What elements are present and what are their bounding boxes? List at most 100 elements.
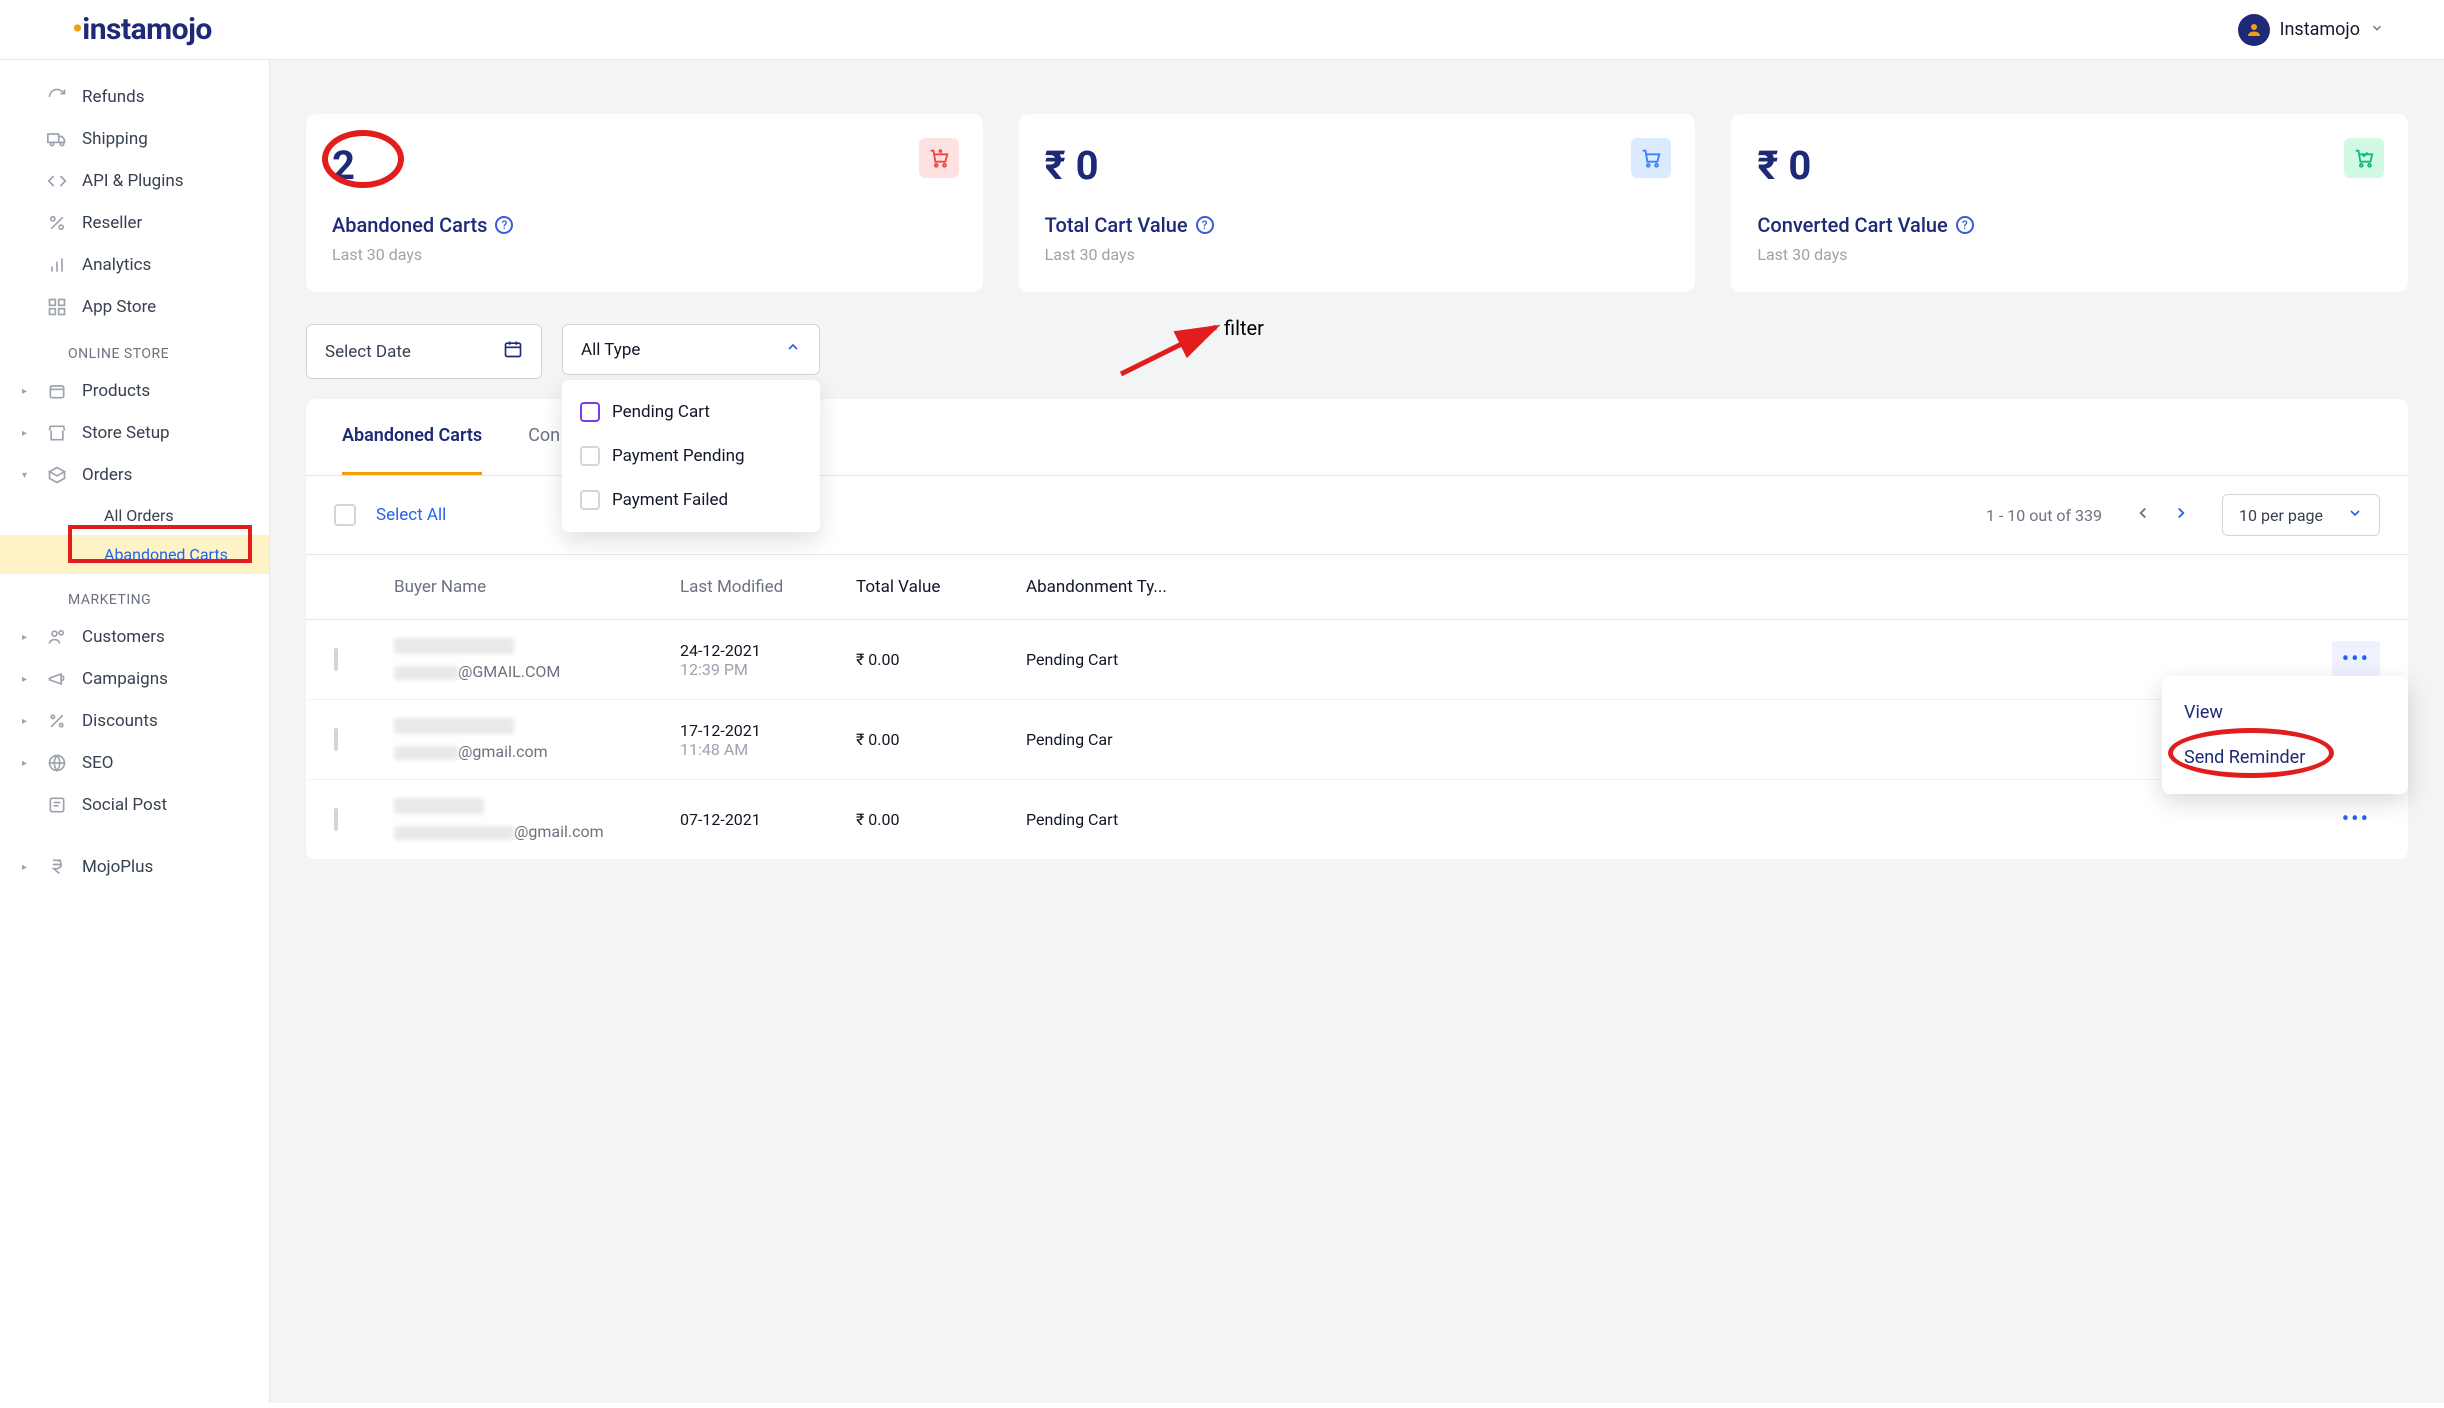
nav-customers[interactable]: ▸ Customers bbox=[0, 616, 269, 658]
row-actions-button[interactable]: ••• bbox=[2332, 641, 2380, 678]
nav-label: Campaigns bbox=[82, 669, 168, 689]
prev-page-button[interactable] bbox=[2130, 500, 2156, 530]
nav-orders[interactable]: ▾ Orders bbox=[0, 454, 269, 496]
user-name: Instamojo bbox=[2280, 19, 2360, 40]
table-row: @gmail.com 07-12-2021 ₹ 0.00 Pending Car… bbox=[306, 780, 2408, 860]
row-value: ₹ 0.00 bbox=[856, 650, 1026, 669]
nav-analytics[interactable]: Analytics bbox=[0, 244, 269, 286]
stat-label: Total Cart Value ? bbox=[1045, 213, 1670, 237]
tab-abandoned[interactable]: Abandoned Carts bbox=[342, 399, 482, 475]
truck-icon bbox=[46, 128, 68, 150]
annotation-filter-text: filter bbox=[1224, 316, 1264, 340]
nav-api[interactable]: API & Plugins bbox=[0, 160, 269, 202]
caret-right-icon: ▸ bbox=[22, 428, 32, 439]
nav-refunds[interactable]: Refunds bbox=[0, 76, 269, 118]
row-type: Pending Cart bbox=[1026, 650, 1226, 669]
action-view[interactable]: View bbox=[2162, 690, 2408, 735]
nav-label: App Store bbox=[82, 297, 156, 317]
nav-abandoned-carts[interactable]: Abandoned Carts bbox=[0, 535, 269, 574]
nav-label: Orders bbox=[82, 465, 132, 485]
stat-sub: Last 30 days bbox=[1757, 245, 2382, 264]
nav-mojoplus[interactable]: ▸ MojoPlus bbox=[0, 846, 269, 888]
filters-row: Select Date All Type Pending Cart Paymen… bbox=[306, 324, 2408, 379]
row-checkbox[interactable] bbox=[334, 648, 338, 671]
filter-label: Select Date bbox=[325, 342, 411, 362]
checkbox[interactable] bbox=[580, 490, 600, 510]
sidebar: Refunds Shipping API & Plugins Reseller … bbox=[0, 60, 270, 1403]
nav-label: Store Setup bbox=[82, 423, 170, 443]
type-filter[interactable]: All Type bbox=[562, 324, 820, 375]
buyer-name bbox=[394, 718, 680, 738]
filter-label: All Type bbox=[581, 340, 640, 360]
tab-converted[interactable]: Con bbox=[528, 399, 560, 475]
percent-icon bbox=[46, 710, 68, 732]
grid-icon bbox=[46, 296, 68, 318]
chart-icon bbox=[46, 254, 68, 276]
help-icon[interactable]: ? bbox=[1956, 216, 1974, 234]
nav-reseller[interactable]: Reseller bbox=[0, 202, 269, 244]
per-page-select[interactable]: 10 per page bbox=[2222, 494, 2380, 536]
help-icon[interactable]: ? bbox=[495, 216, 513, 234]
nav-all-orders[interactable]: All Orders bbox=[0, 496, 269, 535]
type-option-payment-failed[interactable]: Payment Failed bbox=[562, 478, 820, 522]
select-all[interactable]: Select All bbox=[334, 504, 446, 526]
row-checkbox[interactable] bbox=[334, 728, 338, 751]
nav-social-post[interactable]: Social Post bbox=[0, 784, 269, 826]
row-date: 07-12-2021 bbox=[680, 810, 856, 829]
row-type: Pending Cart bbox=[1026, 810, 1226, 829]
box-icon bbox=[46, 464, 68, 486]
user-menu[interactable]: Instamojo bbox=[2238, 14, 2384, 46]
row-action-menu: View Send Reminder bbox=[2162, 676, 2408, 794]
nav-label: Shipping bbox=[82, 129, 148, 149]
caret-right-icon: ▸ bbox=[22, 758, 32, 769]
code-icon bbox=[46, 170, 68, 192]
type-option-payment-pending[interactable]: Payment Pending bbox=[562, 434, 820, 478]
nav-store-setup[interactable]: ▸ Store Setup bbox=[0, 412, 269, 454]
cart-check-icon bbox=[2344, 138, 2384, 178]
date-filter[interactable]: Select Date bbox=[306, 324, 542, 379]
nav-label: Social Post bbox=[82, 795, 167, 815]
col-type-header: Abandonment Ty... bbox=[1026, 577, 1226, 597]
rupee-icon bbox=[46, 856, 68, 878]
nav-discounts[interactable]: ▸ Discounts bbox=[0, 700, 269, 742]
store-icon bbox=[46, 422, 68, 444]
row-date: 24-12-2021 bbox=[680, 641, 856, 660]
nav-products[interactable]: ▸ Products bbox=[0, 370, 269, 412]
cart-icon bbox=[1631, 138, 1671, 178]
caret-right-icon: ▸ bbox=[22, 862, 32, 873]
col-modified-header: Last Modified bbox=[680, 577, 856, 597]
nav-shipping[interactable]: Shipping bbox=[0, 118, 269, 160]
brand-logo: •instamojo bbox=[72, 12, 212, 47]
users-icon bbox=[46, 626, 68, 648]
nav-seo[interactable]: ▸ SEO bbox=[0, 742, 269, 784]
col-value-header: Total Value bbox=[856, 577, 1026, 597]
row-time: 12:39 PM bbox=[680, 660, 856, 679]
checkbox[interactable] bbox=[580, 446, 600, 466]
chevron-down-icon bbox=[2347, 505, 2363, 525]
nav-label: Customers bbox=[82, 627, 165, 647]
checkbox[interactable] bbox=[580, 402, 600, 422]
nav-appstore[interactable]: App Store bbox=[0, 286, 269, 328]
section-online-store: ONLINE STORE bbox=[0, 328, 269, 370]
row-actions-button[interactable]: ••• bbox=[2332, 801, 2380, 838]
app-header: •instamojo Instamojo bbox=[0, 0, 2444, 60]
buyer-name bbox=[394, 638, 680, 658]
checkbox[interactable] bbox=[334, 504, 356, 526]
buyer-email: @gmail.com bbox=[394, 822, 680, 841]
help-icon[interactable]: ? bbox=[1196, 216, 1214, 234]
cart-abandon-icon bbox=[919, 138, 959, 178]
row-type: Pending Car bbox=[1026, 730, 1226, 749]
next-page-button[interactable] bbox=[2168, 500, 2194, 530]
type-option-pending-cart[interactable]: Pending Cart bbox=[562, 390, 820, 434]
table-header: Buyer Name Last Modified Total Value Aba… bbox=[306, 555, 2408, 620]
nav-campaigns[interactable]: ▸ Campaigns bbox=[0, 658, 269, 700]
stat-value: ₹ 0 bbox=[1045, 142, 1670, 189]
page-count: 1 - 10 out of 339 bbox=[1986, 506, 2102, 525]
row-date: 17-12-2021 bbox=[680, 721, 856, 740]
buyer-email: @GMAIL.COM bbox=[394, 662, 680, 681]
table-row: @GMAIL.COM 24-12-2021 12:39 PM ₹ 0.00 Pe… bbox=[306, 620, 2408, 700]
row-checkbox[interactable] bbox=[334, 808, 338, 831]
buyer-name bbox=[394, 798, 680, 818]
action-send-reminder[interactable]: Send Reminder bbox=[2162, 735, 2408, 780]
col-buyer-header: Buyer Name bbox=[394, 577, 680, 597]
